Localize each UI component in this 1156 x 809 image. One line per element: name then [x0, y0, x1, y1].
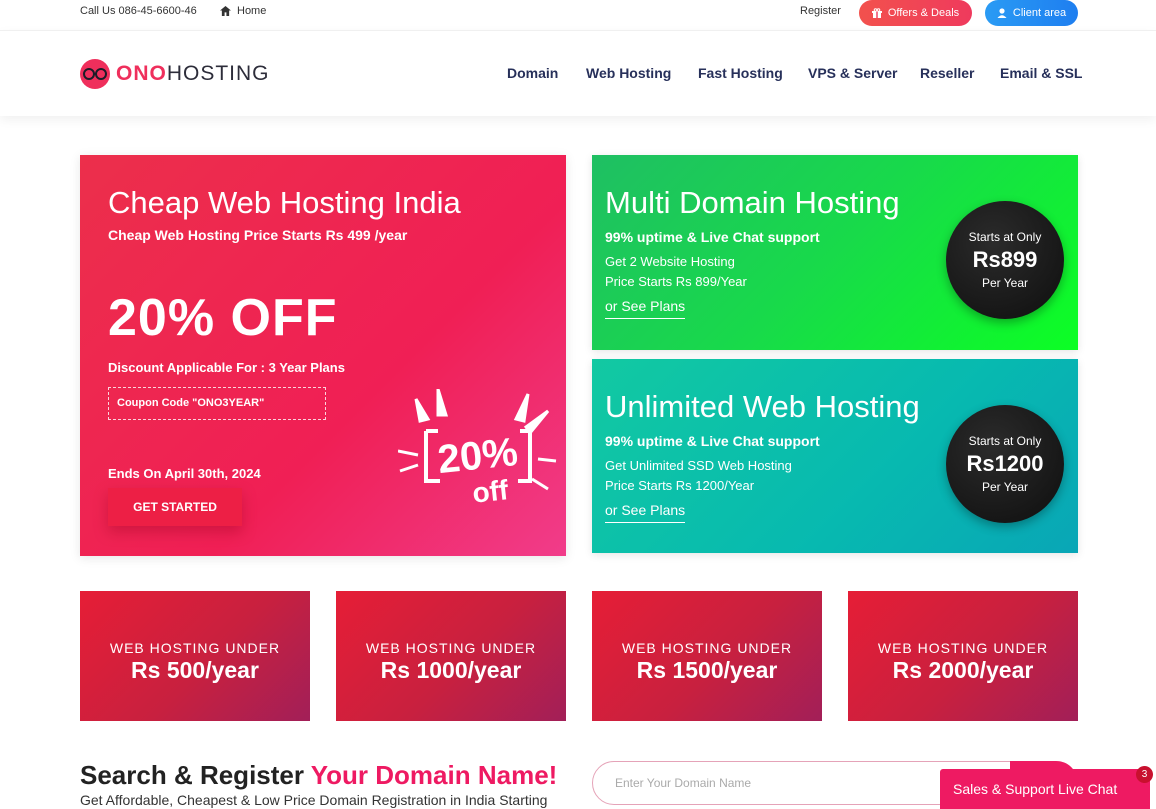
- offers-label: Offers & Deals: [887, 7, 960, 19]
- tile-label: WEB HOSTING UNDER: [877, 640, 1049, 656]
- price-circle-amount: Rs1200: [966, 451, 1044, 476]
- nav-web-hosting[interactable]: Web Hosting: [586, 65, 671, 81]
- tile-hosting-under-1500[interactable]: WEB HOSTING UNDER Rs 1500/year: [592, 591, 822, 721]
- offers-deals-button[interactable]: Offers & Deals: [859, 0, 972, 26]
- nav-reseller[interactable]: Reseller: [920, 65, 974, 81]
- site-header: ONOHOSTING Domain Web Hosting Fast Hosti…: [0, 30, 1156, 116]
- home-label: Home: [237, 5, 267, 17]
- client-label: Client area: [1012, 7, 1067, 19]
- coupon-code: Coupon Code "ONO3YEAR": [108, 387, 326, 420]
- tile-hosting-under-500[interactable]: WEB HOSTING UNDER Rs 500/year: [80, 591, 310, 721]
- hero-offer-card: Cheap Web Hosting India Cheap Web Hostin…: [80, 155, 566, 556]
- register-link[interactable]: Register: [800, 5, 841, 17]
- logo[interactable]: ONOHOSTING: [80, 59, 270, 89]
- multi-domain-price-circle: Starts at Only Rs899 Per Year: [946, 201, 1064, 319]
- unlimited-hosting-uptime: 99% uptime & Live Chat support: [605, 433, 820, 449]
- gift-icon: [871, 8, 882, 18]
- multi-domain-see-plans-link[interactable]: or See Plans: [605, 298, 686, 319]
- domain-title-highlight: Your Domain Name!: [310, 760, 558, 790]
- get-started-button[interactable]: GET STARTED: [108, 488, 242, 526]
- chat-unread-count: 3: [1136, 766, 1153, 783]
- unlimited-hosting-price: Price Starts Rs 1200/Year: [605, 478, 755, 493]
- badge-percent: 20%: [436, 430, 520, 482]
- unlimited-hosting-feature: Get Unlimited SSD Web Hosting: [605, 458, 792, 473]
- user-icon: [997, 8, 1007, 18]
- hero-subtitle: Cheap Web Hosting Price Starts Rs 499 /y…: [108, 227, 408, 243]
- price-circle-period: Per Year: [981, 480, 1029, 494]
- tile-label: WEB HOSTING UNDER: [621, 640, 793, 656]
- offer-end-date: Ends On April 30th, 2024: [108, 466, 261, 481]
- nav-email-ssl[interactable]: Email & SSL: [1000, 65, 1082, 81]
- tile-label: WEB HOSTING UNDER: [365, 640, 537, 656]
- multi-domain-title: Multi Domain Hosting: [605, 185, 900, 220]
- tile-price: Rs 1500/year: [636, 657, 778, 683]
- top-bar: Call Us 086-45-6600-46 Home Register Off…: [0, 0, 1156, 26]
- home-icon: [220, 6, 231, 16]
- home-link[interactable]: Home: [220, 5, 266, 17]
- hero-discount-headline: 20% OFF: [108, 289, 338, 347]
- price-circle-amount: Rs899: [972, 247, 1038, 272]
- multi-domain-uptime: 99% uptime & Live Chat support: [605, 229, 820, 245]
- discount-badge-icon: 20% off: [398, 389, 557, 509]
- domain-title-dark: Search & Register: [80, 760, 311, 790]
- phone-number[interactable]: Call Us 086-45-6600-46: [80, 5, 197, 17]
- unlimited-hosting-title: Unlimited Web Hosting: [605, 389, 920, 424]
- badge-off: off: [471, 474, 510, 509]
- domain-section-subtitle: Get Affordable, Cheapest & Low Price Dom…: [80, 792, 548, 808]
- price-circle-label: Starts at Only: [968, 434, 1042, 448]
- tile-price: Rs 2000/year: [892, 657, 1034, 683]
- multi-domain-feature: Get 2 Website Hosting: [605, 254, 735, 269]
- unlimited-hosting-card: Unlimited Web Hosting 99% uptime & Live …: [592, 359, 1078, 553]
- tile-price: Rs 500/year: [131, 657, 259, 683]
- logo-text: ONOHOSTING: [116, 62, 270, 86]
- unlimited-hosting-price-circle: Starts at Only Rs1200 Per Year: [946, 405, 1064, 523]
- tile-hosting-under-1000[interactable]: WEB HOSTING UNDER Rs 1000/year: [336, 591, 566, 721]
- logo-hosting: HOSTING: [166, 62, 270, 85]
- price-circle-period: Per Year: [981, 276, 1029, 290]
- nav-fast-hosting[interactable]: Fast Hosting: [698, 65, 783, 81]
- logo-ono: ONO: [116, 62, 167, 85]
- hero-discount-note: Discount Applicable For : 3 Year Plans: [108, 360, 345, 375]
- logo-glasses-icon: [80, 59, 110, 89]
- multi-domain-price: Price Starts Rs 899/Year: [605, 274, 747, 289]
- client-area-button[interactable]: Client area: [985, 0, 1078, 26]
- tile-price: Rs 1000/year: [380, 657, 522, 683]
- unlimited-hosting-see-plans-link[interactable]: or See Plans: [605, 502, 686, 523]
- multi-domain-card: Multi Domain Hosting 99% uptime & Live C…: [592, 155, 1078, 350]
- live-chat-button[interactable]: Sales & Support Live Chat: [940, 769, 1150, 809]
- hero-title: Cheap Web Hosting India: [108, 185, 461, 220]
- tile-hosting-under-2000[interactable]: WEB HOSTING UNDER Rs 2000/year: [848, 591, 1078, 721]
- nav-vps-server[interactable]: VPS & Server: [808, 65, 898, 81]
- price-circle-label: Starts at Only: [968, 230, 1042, 244]
- domain-section-title: Search & Register Your Domain Name!: [80, 760, 557, 791]
- nav-domain[interactable]: Domain: [507, 65, 558, 81]
- tile-label: WEB HOSTING UNDER: [109, 640, 281, 656]
